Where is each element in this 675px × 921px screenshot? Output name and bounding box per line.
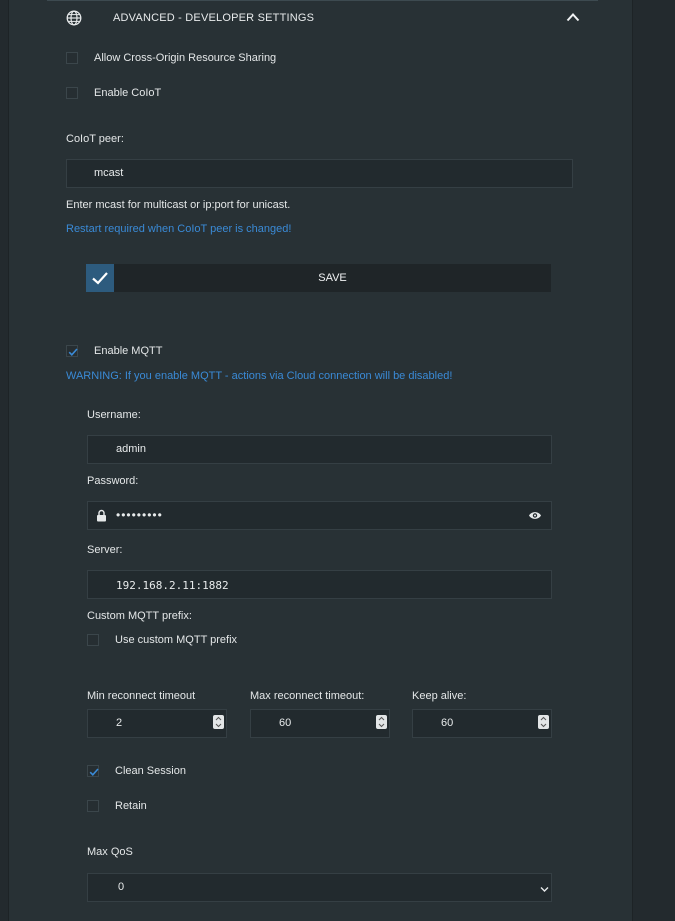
max-qos-label: Max QoS — [87, 846, 133, 858]
restart-note: Restart required when CoIoT peer is chan… — [66, 223, 292, 235]
clean-session-checkbox[interactable] — [87, 765, 99, 777]
max-reconnect-input[interactable]: 60 — [250, 709, 390, 738]
top-divider — [47, 0, 598, 1]
save-label: SAVE — [318, 272, 347, 284]
retain-label: Retain — [115, 800, 147, 812]
min-reconnect-label: Min reconnect timeout — [87, 690, 196, 702]
server-input[interactable]: 192.168.2.11:1882 — [87, 570, 552, 599]
max-qos-select[interactable]: 0 — [87, 873, 552, 902]
coiot-peer-hint: Enter mcast for multicast or ip:port for… — [66, 199, 291, 211]
keep-alive-input[interactable]: 60 — [412, 709, 552, 738]
username-input[interactable]: admin — [87, 435, 552, 464]
password-label: Password: — [87, 475, 139, 487]
coiot-peer-input[interactable]: mcast — [66, 159, 573, 188]
section-title: ADVANCED - DEVELOPER SETTINGS — [113, 12, 315, 24]
custom-prefix-checkbox-label: Use custom MQTT prefix — [115, 634, 238, 646]
min-reconnect-value: 2 — [116, 717, 123, 729]
chevron-up-icon[interactable] — [566, 12, 580, 25]
save-button[interactable]: SAVE — [86, 264, 551, 292]
coiot-label: Enable CoIoT — [94, 87, 162, 99]
mqtt-enable-label: Enable MQTT — [94, 345, 163, 357]
server-label: Server: — [87, 544, 123, 556]
keep-alive-value: 60 — [441, 717, 454, 729]
password-input[interactable]: ••••••••• — [87, 501, 552, 530]
custom-prefix-label: Custom MQTT prefix: — [87, 610, 192, 622]
mqtt-warning: WARNING: If you enable MQTT - actions vi… — [66, 370, 453, 382]
username-label: Username: — [87, 409, 141, 421]
coiot-checkbox[interactable] — [66, 87, 78, 99]
max-reconnect-value: 60 — [279, 717, 292, 729]
check-icon — [86, 264, 114, 292]
keep-alive-label: Keep alive: — [412, 690, 467, 702]
section-header[interactable]: ADVANCED - DEVELOPER SETTINGS — [47, 4, 598, 32]
custom-prefix-checkbox[interactable] — [87, 634, 99, 646]
cors-checkbox[interactable] — [66, 52, 78, 64]
password-value: ••••••••• — [116, 508, 163, 522]
retain-checkbox[interactable] — [87, 800, 99, 812]
spinner-icon[interactable] — [538, 715, 549, 729]
lock-icon — [96, 509, 107, 525]
max-reconnect-label: Max reconnect timeout: — [250, 690, 365, 702]
coiot-peer-value: mcast — [94, 167, 124, 179]
min-reconnect-input[interactable]: 2 — [87, 709, 227, 738]
server-value: 192.168.2.11:1882 — [116, 579, 229, 592]
cors-label: Allow Cross-Origin Resource Sharing — [94, 52, 277, 64]
max-qos-value: 0 — [118, 881, 125, 893]
globe-icon — [66, 10, 82, 29]
spinner-icon[interactable] — [213, 715, 224, 729]
eye-icon[interactable] — [528, 510, 542, 524]
coiot-peer-label: CoIoT peer: — [66, 133, 124, 145]
spinner-icon[interactable] — [376, 715, 387, 729]
mqtt-enable-checkbox[interactable] — [66, 345, 78, 357]
username-value: admin — [116, 443, 146, 455]
chevron-down-icon — [540, 884, 549, 896]
clean-session-label: Clean Session — [115, 765, 186, 777]
settings-panel: ADVANCED - DEVELOPER SETTINGS Allow Cros… — [8, 0, 633, 921]
